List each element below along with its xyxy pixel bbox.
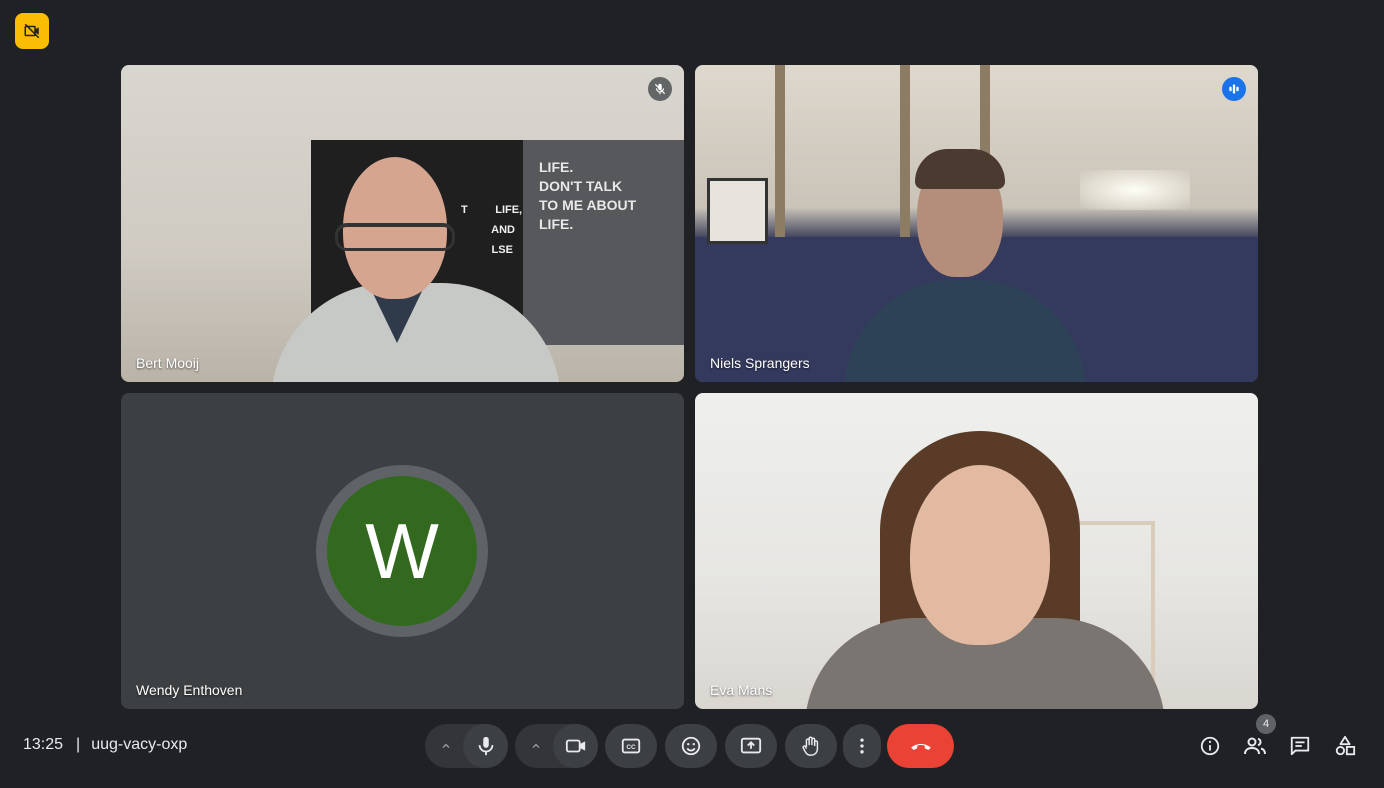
raise-hand-button[interactable]	[785, 724, 837, 768]
video-off-badge[interactable]	[15, 13, 49, 49]
hand-icon	[802, 736, 819, 756]
meet-stage: T LIFE, AND LSE LIFE. DON'T TALK TO ME A…	[0, 0, 1384, 788]
present-screen-icon	[740, 737, 762, 754]
wall-frame	[707, 178, 768, 244]
activities-button[interactable]	[1333, 734, 1357, 758]
chevron-up-icon	[532, 743, 540, 748]
more-options-button[interactable]	[843, 724, 881, 768]
ceiling-light	[1080, 170, 1190, 210]
poster-right-text: LIFE. DON'T TALK TO ME ABOUT LIFE.	[539, 159, 637, 232]
closed-captions-icon: CC	[621, 738, 641, 754]
end-call-button[interactable]	[887, 724, 954, 768]
video-feed	[695, 393, 1258, 709]
avatar-ring: W	[316, 465, 488, 637]
camera-button[interactable]	[553, 724, 598, 768]
meeting-info: 13:25 | uug-vacy-oxp	[23, 736, 187, 754]
meeting-time: 13:25	[23, 736, 64, 753]
more-vert-icon	[860, 738, 864, 754]
people-icon	[1244, 737, 1266, 755]
participant-tile-wendy[interactable]: W Wendy Enthoven	[121, 393, 684, 709]
mic-off-icon	[648, 77, 672, 101]
info-icon	[1200, 736, 1220, 756]
meeting-details-button[interactable]	[1198, 734, 1222, 758]
present-screen-button[interactable]	[725, 724, 777, 768]
participant-name: Eva Mans	[710, 682, 773, 698]
emoji-icon	[681, 736, 701, 756]
video-feed: T LIFE, AND LSE LIFE. DON'T TALK TO ME A…	[121, 65, 684, 382]
activities-shapes-icon	[1335, 735, 1356, 756]
window-beam	[775, 65, 785, 245]
participant-name: Niels Sprangers	[710, 355, 810, 371]
participant-name: Bert Mooij	[136, 355, 200, 371]
chevron-up-icon	[442, 743, 450, 748]
captions-button[interactable]: CC	[605, 724, 657, 768]
person-glasses	[335, 223, 455, 251]
video-feed	[695, 65, 1258, 382]
people-count-badge: 4	[1256, 714, 1276, 734]
person-hair	[915, 149, 1005, 189]
participant-tile-eva[interactable]: Eva Mans	[695, 393, 1258, 709]
speaking-indicator-icon	[1222, 77, 1246, 101]
video-options-button[interactable]	[517, 724, 555, 768]
chat-icon	[1290, 736, 1310, 756]
camera-icon	[565, 739, 585, 753]
participant-tile-bert[interactable]: T LIFE, AND LSE LIFE. DON'T TALK TO ME A…	[121, 65, 684, 382]
avatar: W	[327, 476, 477, 626]
svg-text:CC: CC	[626, 744, 636, 751]
reactions-button[interactable]	[665, 724, 717, 768]
poster-right: LIFE. DON'T TALK TO ME ABOUT LIFE.	[523, 140, 684, 345]
phone-hangup-icon	[910, 743, 931, 751]
mic-button[interactable]	[463, 724, 508, 768]
window-beam	[900, 65, 910, 245]
participant-name: Wendy Enthoven	[136, 682, 243, 698]
person-face	[910, 465, 1050, 645]
mic-icon	[478, 736, 493, 756]
chat-button[interactable]	[1288, 734, 1312, 758]
meeting-code: uug-vacy-oxp	[91, 736, 188, 753]
participant-tile-niels[interactable]: Niels Sprangers	[695, 65, 1258, 382]
poster-left-text: T LIFE, AND LSE	[461, 204, 523, 256]
video-off-icon	[24, 23, 40, 39]
separator: |	[76, 736, 81, 753]
people-button[interactable]	[1243, 734, 1267, 758]
audio-options-button[interactable]	[427, 724, 465, 768]
